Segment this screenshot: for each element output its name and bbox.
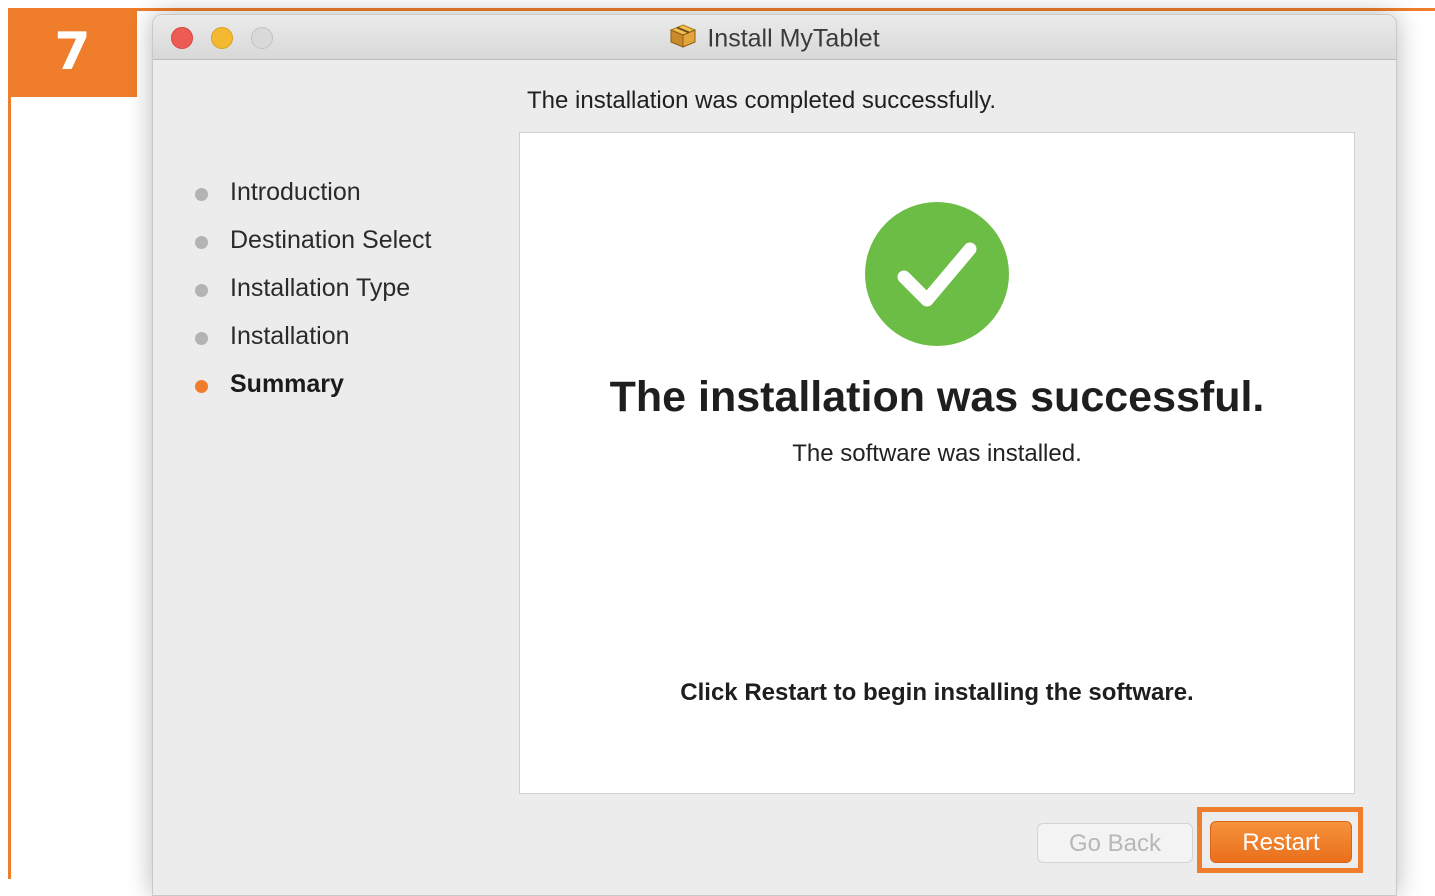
window-title-text: Install MyTablet xyxy=(707,24,880,53)
window-title: Install MyTablet xyxy=(153,15,1396,59)
success-title: The installation was successful. xyxy=(609,373,1265,421)
step-dot-icon xyxy=(195,284,208,297)
checkmark-circle-icon xyxy=(865,202,1009,346)
sidebar-item-installation-type: Installation Type xyxy=(193,271,513,319)
restart-button[interactable]: Restart xyxy=(1210,821,1352,863)
step-dot-icon xyxy=(195,188,208,201)
step-dot-icon xyxy=(195,236,208,249)
sidebar-item-label: Installation Type xyxy=(230,274,411,302)
active-step-dot-icon xyxy=(195,380,208,393)
step-dot-icon xyxy=(195,332,208,345)
highlight-frame-top xyxy=(8,8,1435,11)
sidebar-item-introduction: Introduction xyxy=(193,175,513,223)
success-subtitle: The software was installed. xyxy=(792,440,1082,467)
sidebar-item-destination-select: Destination Select xyxy=(193,223,513,271)
sidebar-item-label: Installation xyxy=(230,322,350,350)
sidebar-item-label: Destination Select xyxy=(230,226,432,254)
package-icon xyxy=(670,24,697,49)
completion-header: The installation was completed successfu… xyxy=(527,87,997,114)
installer-steps-sidebar: Introduction Destination Select Installa… xyxy=(193,175,513,415)
installer-window: Install MyTablet The installation was co… xyxy=(152,14,1397,896)
step-number-badge: 7 xyxy=(8,8,137,97)
restart-instruction: Click Restart to begin installing the so… xyxy=(680,679,1194,706)
sidebar-item-summary: Summary xyxy=(193,367,513,415)
highlight-frame-left xyxy=(8,8,11,879)
go-back-button[interactable]: Go Back xyxy=(1037,823,1193,863)
sidebar-item-label: Introduction xyxy=(230,178,361,206)
sidebar-item-installation: Installation xyxy=(193,319,513,367)
title-bar: Install MyTablet xyxy=(153,15,1396,60)
summary-content-panel: The installation was successful. The sof… xyxy=(519,132,1355,794)
sidebar-item-label: Summary xyxy=(230,370,344,398)
